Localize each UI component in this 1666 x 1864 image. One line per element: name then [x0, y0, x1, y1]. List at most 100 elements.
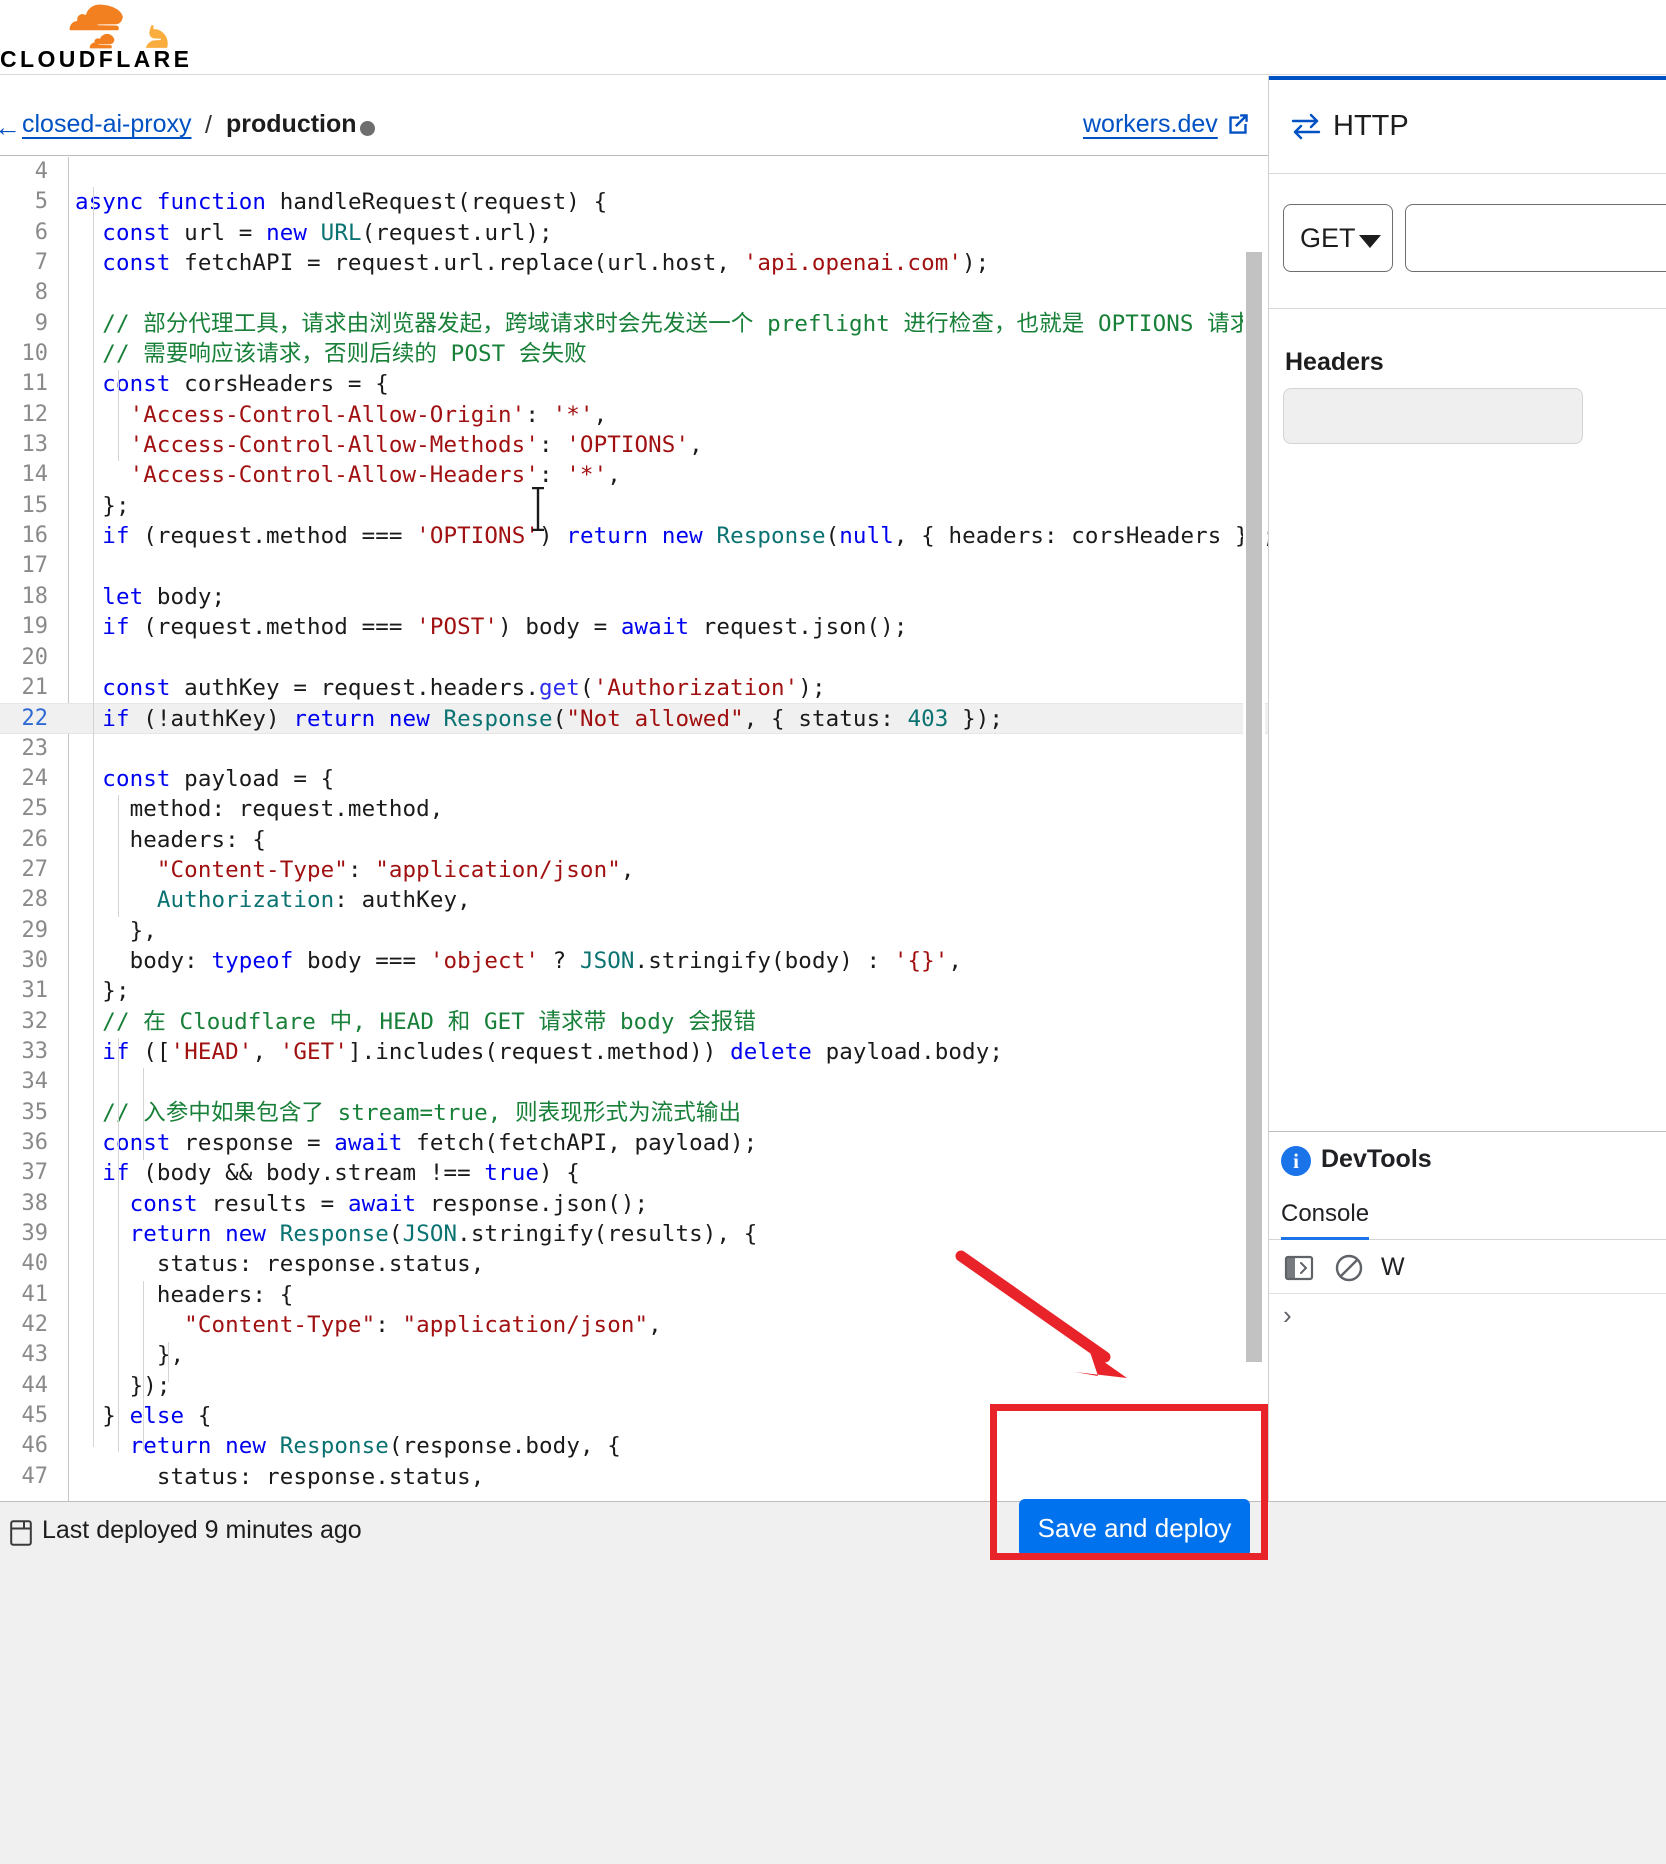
- editor-scrollbar-thumb[interactable]: [1246, 252, 1262, 1362]
- line-number: 43: [21, 1342, 49, 1368]
- line-number: 4: [34, 159, 48, 184]
- line-number: 26: [21, 826, 49, 852]
- code-line[interactable]: 32 // 在 Cloudflare 中, HEAD 和 GET 请求带 bod…: [0, 1007, 1268, 1037]
- save-and-deploy-button[interactable]: Save and deploy: [1019, 1499, 1250, 1557]
- code-line[interactable]: 8: [0, 278, 1268, 308]
- console-prompt-chevron-icon[interactable]: ›: [1283, 1300, 1292, 1331]
- console-toolbar: W: [1269, 1242, 1666, 1294]
- http-url-input[interactable]: [1405, 204, 1666, 272]
- code-line[interactable]: 12 'Access-Control-Allow-Origin': '*',: [0, 400, 1268, 430]
- code-line[interactable]: 16 if (request.method === 'OPTIONS') ret…: [0, 521, 1269, 551]
- code-line[interactable]: 17: [0, 551, 1268, 581]
- code-line[interactable]: 40 status: response.status,: [0, 1249, 1268, 1279]
- line-number: 28: [21, 887, 49, 913]
- code-line[interactable]: 36 const response = await fetch(fetchAPI…: [0, 1128, 1268, 1158]
- code-line[interactable]: 33 if (['HEAD', 'GET'].includes(request.…: [0, 1037, 1268, 1067]
- line-number: 38: [21, 1190, 49, 1216]
- code-line[interactable]: 35 // 入参中如果包含了 stream=true, 则表现形式为流式输出: [0, 1098, 1268, 1128]
- http-tester-panel: HTTP GET Headers: [1268, 76, 1666, 1131]
- breadcrumb-project-link[interactable]: closed-ai-proxy: [22, 110, 192, 139]
- code-line[interactable]: 39 return new Response(JSON.stringify(re…: [0, 1219, 1268, 1249]
- clear-console-icon[interactable]: [1331, 1250, 1367, 1286]
- code-line[interactable]: 9 // 部分代理工具，请求由浏览器发起，跨域请求时会先发送一个 preflig…: [0, 309, 1268, 339]
- line-number: 24: [21, 765, 49, 791]
- code-line[interactable]: 30 body: typeof body === 'object' ? JSON…: [0, 946, 1268, 976]
- code-line[interactable]: 25 method: request.method,: [0, 794, 1268, 824]
- deployment-icon: [10, 1520, 32, 1546]
- code-line[interactable]: 23: [0, 734, 1268, 764]
- code-text: // 在 Cloudflare 中, HEAD 和 GET 请求带 body 会…: [102, 1008, 757, 1035]
- code-text: // 部分代理工具，请求由浏览器发起，跨域请求时会先发送一个 preflight…: [102, 310, 1253, 337]
- http-method-value: GET: [1300, 223, 1356, 253]
- code-line[interactable]: 19 if (request.method === 'POST') body =…: [0, 612, 1268, 642]
- tab-console[interactable]: Console: [1281, 1200, 1370, 1240]
- code-line[interactable]: 41 headers: {: [0, 1280, 1268, 1310]
- code-line[interactable]: 11 const corsHeaders = {: [0, 369, 1268, 399]
- code-line[interactable]: 46 return new Response(response.body, {: [0, 1431, 1268, 1461]
- code-line[interactable]: 38 const results = await response.json()…: [0, 1189, 1268, 1219]
- code-editor[interactable]: 4 5 async function handleRequest(request) …: [0, 157, 1268, 1501]
- code-text: Authorization: authKey,: [156, 887, 471, 914]
- line-number: 46: [21, 1433, 49, 1459]
- sidebar-toggle-icon[interactable]: [1281, 1250, 1317, 1286]
- external-link-icon[interactable]: [1225, 111, 1251, 137]
- code-text: },: [75, 1342, 185, 1369]
- code-line[interactable]: 28 Authorization: authKey,: [0, 885, 1268, 915]
- code-text: "Content-Type": "application/json",: [184, 1312, 662, 1339]
- line-number: 37: [21, 1160, 49, 1186]
- code-line[interactable]: 10 // 需要响应该请求，否则后续的 POST 会失败: [0, 339, 1268, 369]
- code-line[interactable]: 44 });: [0, 1371, 1268, 1401]
- back-arrow-icon[interactable]: ←: [0, 112, 21, 143]
- code-line[interactable]: 15 };: [0, 491, 1268, 521]
- devtools-title: DevTools: [1321, 1145, 1432, 1173]
- code-text: headers: {: [75, 826, 267, 853]
- code-text: const corsHeaders = {: [102, 371, 389, 398]
- http-panel-title: HTTP: [1333, 110, 1409, 142]
- http-method-select[interactable]: GET: [1283, 204, 1393, 272]
- breadcrumb-separator: /: [205, 111, 212, 139]
- line-number: 47: [21, 1463, 49, 1489]
- headers-input[interactable]: [1283, 388, 1583, 444]
- code-line[interactable]: 21 const authKey = request.headers.get('…: [0, 673, 1268, 703]
- devtools-header: i DevTools: [1269, 1132, 1666, 1190]
- code-text: });: [75, 1372, 171, 1399]
- code-line[interactable]: 27 "Content-Type": "application/json",: [0, 855, 1268, 885]
- code-line[interactable]: 26 headers: {: [0, 825, 1268, 855]
- breadcrumb: ← closed-ai-proxy / production workers.d…: [0, 76, 1268, 156]
- line-number: 18: [21, 583, 49, 609]
- line-number: 36: [21, 1130, 49, 1155]
- code-line[interactable]: 6 const url = new URL(request.url);: [0, 218, 1268, 248]
- workers-dev-link[interactable]: workers.dev: [1083, 110, 1218, 139]
- code-line[interactable]: 14 'Access-Control-Allow-Headers': '*',: [0, 460, 1268, 490]
- code-line[interactable]: 7 const fetchAPI = request.url.replace(u…: [0, 248, 1268, 278]
- devtools-tabbar: Console: [1269, 1190, 1666, 1240]
- code-line[interactable]: 29 },: [0, 916, 1268, 946]
- code-line[interactable]: 34: [0, 1067, 1268, 1097]
- line-number: 5: [34, 189, 48, 215]
- code-line[interactable]: 4: [0, 157, 1268, 187]
- code-line[interactable]: 47 status: response.status,: [0, 1462, 1268, 1492]
- code-text: // 入参中如果包含了 stream=true, 则表现形式为流式输出: [102, 1099, 742, 1126]
- cloudflare-wordmark: CLOUDFLARE: [0, 46, 193, 72]
- code-line[interactable]: 45 } else {: [0, 1401, 1268, 1431]
- code-line[interactable]: 18 let body;: [0, 582, 1268, 612]
- code-line[interactable]: 13 'Access-Control-Allow-Methods': 'OPTI…: [0, 430, 1268, 460]
- code-text: method: request.method,: [75, 796, 444, 823]
- line-number: 39: [21, 1221, 49, 1247]
- code-line[interactable]: 37 if (body && body.stream !== true) {: [0, 1158, 1268, 1188]
- code-text: let body;: [102, 583, 226, 610]
- code-line[interactable]: 42 "Content-Type": "application/json",: [0, 1310, 1268, 1340]
- code-line[interactable]: 43 },: [0, 1340, 1268, 1370]
- code-text: if (request.method === 'POST') body = aw…: [102, 614, 908, 641]
- code-line[interactable]: 24 const payload = {: [0, 764, 1268, 794]
- http-panel-header: HTTP: [1269, 80, 1666, 174]
- code-lines[interactable]: 4 5 async function handleRequest(request) …: [0, 157, 1268, 1501]
- editor-footer: Last deployed 9 minutes ago: [0, 1501, 1666, 1864]
- info-icon: i: [1281, 1146, 1311, 1176]
- code-line[interactable]: 22 if (!authKey) return new Response("No…: [0, 703, 1268, 734]
- code-line[interactable]: 5 async function handleRequest(request) {: [0, 187, 1268, 217]
- line-number: 15: [21, 492, 49, 518]
- code-line[interactable]: 20: [0, 643, 1268, 673]
- code-line[interactable]: 31 };: [0, 976, 1268, 1006]
- devtools-panel: i DevTools Console W ›: [1268, 1131, 1666, 1501]
